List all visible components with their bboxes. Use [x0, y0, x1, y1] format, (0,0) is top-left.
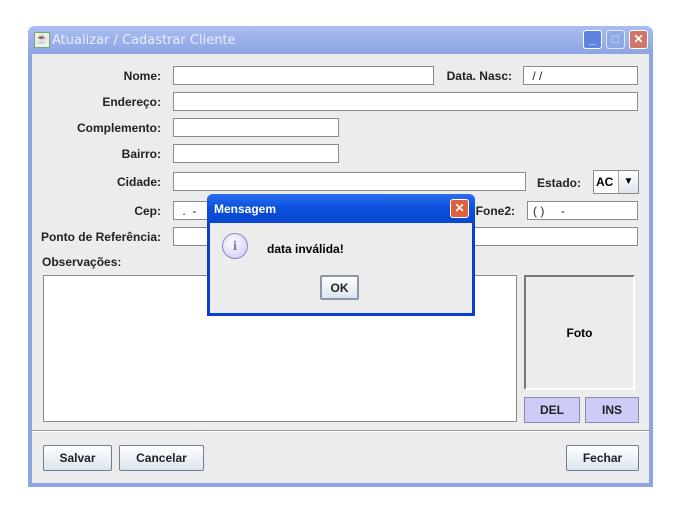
endereco-input[interactable] [173, 92, 638, 111]
bairro-input[interactable] [173, 144, 339, 163]
data-nasc-label: Data. Nasc: [446, 69, 512, 83]
photo-panel: Foto [524, 275, 635, 390]
dialog-title: Mensagem [214, 202, 277, 216]
dialog-message: data inválida! [267, 242, 344, 256]
estado-label: Estado: [536, 176, 581, 190]
dialog-close-button[interactable]: ✕ [450, 199, 469, 218]
estado-select[interactable]: AC ▼ [593, 170, 639, 194]
ok-button[interactable]: OK [320, 275, 359, 300]
endereco-label: Endereço: [102, 95, 161, 109]
nome-input[interactable] [173, 66, 434, 85]
fone2-input[interactable]: ( ) - [527, 201, 638, 220]
message-dialog: Mensagem ✕ i data inválida! OK [207, 194, 475, 316]
estado-value: AC [596, 175, 614, 189]
maximize-button[interactable]: □ [606, 30, 625, 49]
chevron-down-icon[interactable]: ▼ [618, 171, 638, 193]
info-icon: i [222, 233, 248, 259]
close-button[interactable]: ✕ [629, 30, 648, 49]
cidade-label: Cidade: [116, 175, 161, 189]
fechar-button[interactable]: Fechar [566, 445, 639, 471]
nome-label: Nome: [123, 69, 161, 83]
cep-label: Cep: [134, 204, 161, 218]
java-icon: ☕ [34, 32, 50, 48]
title-bar[interactable]: ☕ Atualizar / Cadastrar Cliente _ □ ✕ [28, 26, 653, 54]
observacoes-label: Observações: [42, 255, 122, 269]
data-nasc-input[interactable]: / / [523, 66, 638, 85]
dialog-title-bar[interactable]: Mensagem ✕ [207, 194, 475, 223]
minimize-button[interactable]: _ [583, 30, 602, 49]
complemento-label: Complemento: [77, 121, 161, 135]
photo-label: Foto [566, 325, 593, 340]
dialog-body: i data inválida! OK [210, 223, 472, 313]
delete-photo-button[interactable]: DEL [524, 397, 580, 423]
insert-photo-button[interactable]: INS [585, 397, 639, 423]
salvar-button[interactable]: Salvar [43, 445, 112, 471]
window-title: Atualizar / Cadastrar Cliente [52, 33, 236, 48]
bairro-label: Bairro: [121, 147, 161, 161]
ponto-referencia-label: Ponto de Referência: [40, 230, 161, 244]
complemento-input[interactable] [173, 118, 339, 137]
cidade-input[interactable] [173, 172, 526, 191]
cancelar-button[interactable]: Cancelar [119, 445, 204, 471]
fone2-label: Fone2: [475, 204, 515, 218]
separator [32, 430, 649, 432]
